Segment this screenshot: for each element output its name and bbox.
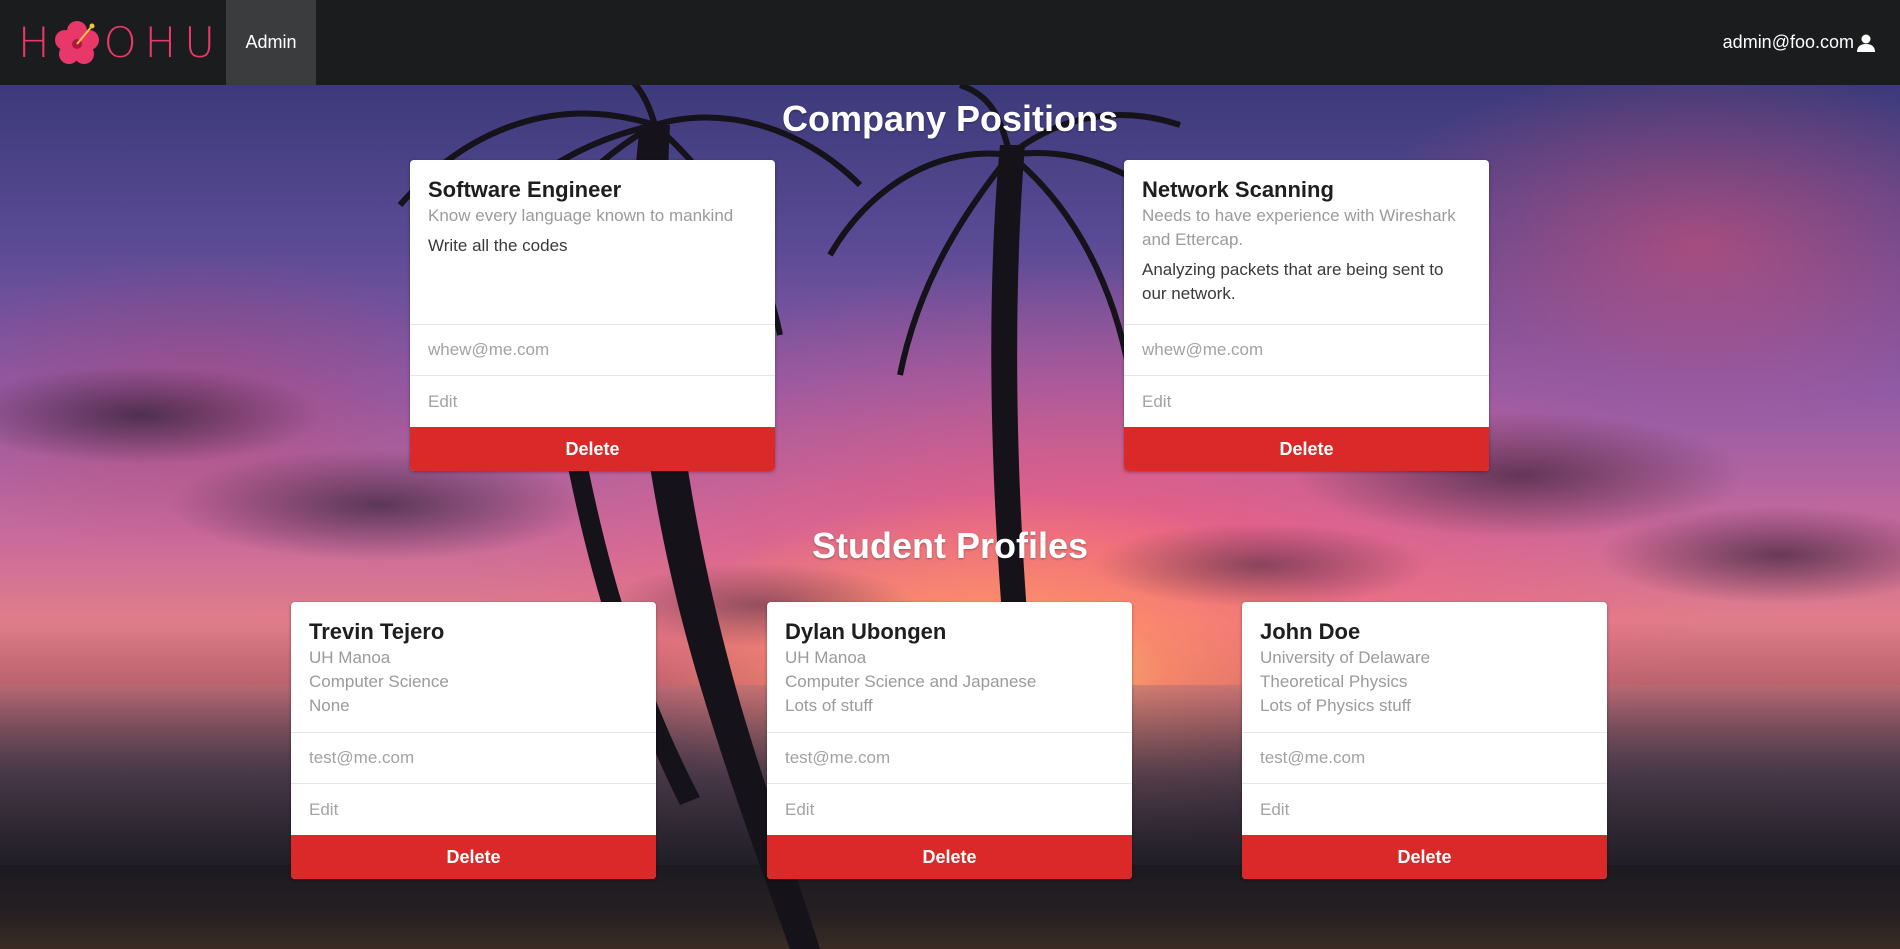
student-school: UH Manoa: [309, 648, 391, 667]
student-name: Dylan Ubongen: [785, 619, 947, 644]
edit-link[interactable]: Edit: [410, 376, 775, 427]
user-email: admin@foo.com: [1722, 32, 1854, 52]
hibiscus-flower-icon: [54, 20, 99, 64]
contact-email: whew@me.com: [1124, 325, 1489, 376]
nav-admin-item[interactable]: Admin: [226, 0, 316, 85]
position-requirements: Needs to have experience with Wireshark …: [1142, 206, 1456, 249]
student-card: Dylan Ubongen UH Manoa Computer Science …: [767, 602, 1132, 879]
card-content: Trevin Tejero UH Manoa Computer Science …: [291, 602, 656, 733]
delete-button[interactable]: Delete: [291, 835, 656, 879]
company-positions-heading: Company Positions: [781, 98, 1119, 139]
student-school: University of Delaware: [1260, 648, 1431, 667]
position-card: Software Engineer Know every language kn…: [410, 160, 775, 471]
card-content: Dylan Ubongen UH Manoa Computer Science …: [767, 602, 1132, 733]
edit-link[interactable]: Edit: [1242, 784, 1607, 835]
edit-link[interactable]: Edit: [291, 784, 656, 835]
top-navbar: H OHUI Admin admin@foo.com: [0, 0, 1900, 85]
card-content: John Doe University of Delaware Theoreti…: [1242, 602, 1607, 733]
position-title: Network Scanning: [1142, 177, 1334, 202]
contact-email: test@me.com: [291, 733, 656, 784]
card-content: Network Scanning Needs to have experienc…: [1124, 160, 1489, 325]
position-title: Software Engineer: [428, 177, 622, 202]
student-major: Theoretical Physics: [1260, 672, 1408, 691]
user-menu[interactable]: admin@foo.com: [1723, 0, 1900, 85]
logo-letter-h: H: [18, 18, 58, 67]
student-school: UH Manoa: [785, 648, 867, 667]
position-requirements: Know every language known to mankind: [428, 206, 734, 225]
position-description: Analyzing packets that are being sent to…: [1142, 260, 1444, 303]
student-card: Trevin Tejero UH Manoa Computer Science …: [291, 602, 656, 879]
student-name: Trevin Tejero: [309, 619, 445, 644]
contact-email: test@me.com: [767, 733, 1132, 784]
student-profiles-heading: Student Profiles: [811, 525, 1089, 566]
contact-email: test@me.com: [1242, 733, 1607, 784]
student-major: Computer Science: [309, 672, 449, 691]
edit-link[interactable]: Edit: [767, 784, 1132, 835]
delete-button[interactable]: Delete: [767, 835, 1132, 879]
contact-email: whew@me.com: [410, 325, 775, 376]
position-card: Network Scanning Needs to have experienc…: [1124, 160, 1489, 471]
edit-link[interactable]: Edit: [1124, 376, 1489, 427]
student-card: John Doe University of Delaware Theoreti…: [1242, 602, 1607, 879]
delete-button[interactable]: Delete: [1124, 427, 1489, 471]
user-icon: [1857, 34, 1875, 52]
student-major: Computer Science and Japanese: [785, 672, 1037, 691]
delete-button[interactable]: Delete: [1242, 835, 1607, 879]
student-name: John Doe: [1260, 619, 1361, 644]
student-interests: Lots of stuff: [785, 696, 873, 715]
card-content: Software Engineer Know every language kn…: [410, 160, 775, 325]
student-interests: Lots of Physics stuff: [1260, 696, 1411, 715]
delete-button[interactable]: Delete: [410, 427, 775, 471]
position-description: Write all the codes: [428, 236, 568, 255]
logo-letters-ohui: OHUI: [103, 18, 244, 67]
logo-text: H OHUI: [18, 18, 243, 67]
student-interests: None: [309, 696, 350, 715]
hohui-logo[interactable]: H OHUI: [0, 0, 235, 85]
